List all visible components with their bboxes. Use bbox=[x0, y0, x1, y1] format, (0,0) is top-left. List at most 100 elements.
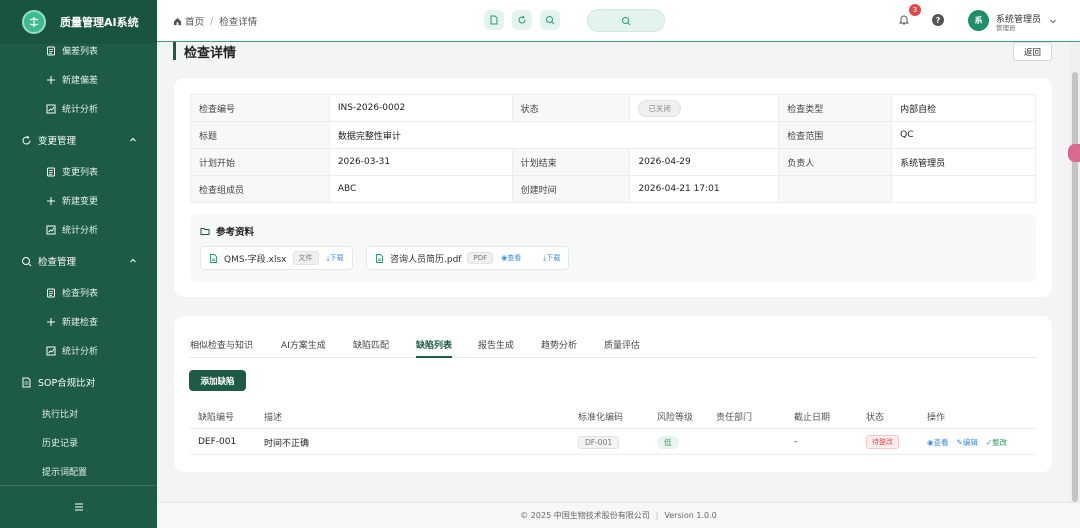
chevron-up-icon bbox=[129, 257, 137, 265]
reference-file-pdf: 咨询人员简历.pdf PDF ◉查看 ⤓下载 bbox=[366, 246, 570, 270]
info-value: 已关闭 bbox=[629, 94, 780, 122]
info-label: 检查编号 bbox=[190, 94, 330, 122]
rectify-defect-button[interactable]: ✓整改 bbox=[986, 437, 1007, 448]
sidebar-group-7[interactable]: 检查管理 bbox=[0, 244, 157, 278]
sidebar-item-label: 检查管理 bbox=[38, 257, 77, 268]
info-row: 检查组成员 ABC 创建时间 2026-04-21 17:01 bbox=[190, 175, 1036, 203]
sidebar-item-12[interactable]: 执行比对 bbox=[0, 399, 157, 428]
info-label: 标题 bbox=[190, 121, 330, 149]
view-defect-button[interactable]: ◉查看 bbox=[927, 437, 949, 448]
sidebar-item-9[interactable]: 新建检查 bbox=[0, 307, 157, 336]
help-icon[interactable]: ? bbox=[932, 14, 944, 26]
reference-file-xlsx: QMS-字段.xlsx 文件 ⤓下载 bbox=[200, 246, 353, 270]
list-icon bbox=[46, 46, 56, 56]
sidebar-item-10[interactable]: 统计分析 bbox=[0, 336, 157, 365]
tab-6[interactable]: 质量评估 bbox=[604, 338, 640, 358]
user-role: 管理员 bbox=[996, 24, 1016, 32]
analysis-tabs: 相似检查与知识 AI方案生成 缺陷匹配 缺陷列表 报告生成 趋势分析 质量评估 bbox=[190, 336, 1036, 358]
tab-3[interactable]: 缺陷列表 bbox=[416, 338, 453, 358]
file-name: 咨询人员简历.pdf bbox=[390, 254, 462, 265]
due-date: - bbox=[794, 437, 798, 447]
info-value: 2026-03-31 bbox=[328, 148, 513, 176]
file-icon bbox=[376, 253, 383, 263]
breadcrumb: 首页 / 检查详情 bbox=[173, 0, 257, 42]
defect-description: 时间不正确 bbox=[264, 438, 310, 449]
sidebar-group-3[interactable]: 变更管理 bbox=[0, 123, 157, 157]
chevron-up-icon bbox=[129, 136, 137, 144]
sidebar-menu: 偏差列表 新建偏差 统计分析 变更管理 变更列表 新建变更 统计分析 检查管理 检查列表 新建检查… bbox=[0, 44, 157, 485]
tab-2[interactable]: 缺陷匹配 bbox=[353, 338, 389, 358]
back-button[interactable]: 返回 bbox=[1013, 42, 1052, 61]
search-icon bbox=[546, 16, 555, 25]
analysis-card: 相似检查与知识 AI方案生成 缺陷匹配 缺陷列表 报告生成 趋势分析 质量评估 添加缺陷 缺… bbox=[174, 316, 1052, 472]
bell-icon[interactable] bbox=[898, 14, 910, 26]
sidebar-item-4[interactable]: 变更列表 bbox=[0, 157, 157, 186]
main-content: 检查详情 返回 检查编号 INS-2026-0002 状态 已关闭 检查类型 内部自检 标题… bbox=[157, 42, 1070, 502]
info-value: 数据完整性审计 bbox=[328, 121, 780, 149]
info-value: 2026-04-29 bbox=[629, 148, 780, 176]
chart-icon bbox=[46, 104, 56, 114]
defect-table-header: 缺陷编号 描述 标准化编码 风险等级 责任部门 截止日期 状态 操作 bbox=[190, 403, 1036, 429]
sidebar-item-1[interactable]: 新建偏差 bbox=[0, 65, 157, 94]
logo-icon bbox=[22, 10, 46, 34]
info-label: 检查类型 bbox=[778, 94, 893, 122]
status-badge: 待整改 bbox=[866, 435, 899, 449]
sidebar-item-label: 历史记录 bbox=[42, 439, 79, 449]
file-type-tag: 文件 bbox=[292, 251, 319, 265]
page-title: 检查详情 bbox=[173, 42, 236, 61]
tab-4[interactable]: 报告生成 bbox=[478, 338, 514, 358]
inspection-info-table: 检查编号 INS-2026-0002 状态 已关闭 检查类型 内部自检 标题 数据完整性审计检… bbox=[190, 94, 1036, 203]
column-header: 标准化编码 bbox=[578, 412, 624, 423]
file-type-tag: PDF bbox=[467, 252, 494, 264]
download-link[interactable]: ⤓下载 bbox=[543, 253, 560, 263]
sidebar-item-5[interactable]: 新建变更 bbox=[0, 186, 157, 215]
edit-defect-button[interactable]: ✎编辑 bbox=[957, 437, 978, 448]
view-link[interactable]: ◉查看 bbox=[501, 253, 521, 263]
breadcrumb-separator: / bbox=[210, 15, 214, 27]
download-link[interactable]: ⤓下载 bbox=[327, 253, 344, 263]
sidebar-item-8[interactable]: 检查列表 bbox=[0, 278, 157, 307]
refresh-tool-button[interactable] bbox=[512, 10, 532, 30]
floating-assistant-button[interactable] bbox=[1068, 144, 1080, 162]
sidebar-item-13[interactable]: 历史记录 bbox=[0, 428, 157, 457]
sidebar-item-6[interactable]: 统计分析 bbox=[0, 215, 157, 244]
info-value: 内部自检 bbox=[891, 94, 1036, 122]
info-label: 创建时间 bbox=[511, 175, 631, 203]
tab-5[interactable]: 趋势分析 bbox=[541, 338, 577, 358]
inspection-info-card: 检查编号 INS-2026-0002 状态 已关闭 检查类型 内部自检 标题 数据完整性审计检… bbox=[174, 78, 1052, 297]
sidebar-group-11[interactable]: SOP合规比对 bbox=[0, 365, 157, 399]
column-header: 描述 bbox=[264, 412, 283, 423]
sidebar-item-0[interactable]: 偏差列表 bbox=[0, 44, 157, 65]
search-tool-button[interactable] bbox=[540, 10, 560, 30]
sidebar-item-label: 新建偏差 bbox=[62, 76, 99, 86]
sidebar-item-label: 检查列表 bbox=[62, 289, 99, 299]
chevron-down-icon[interactable] bbox=[1049, 17, 1057, 25]
sidebar-item-label: 统计分析 bbox=[62, 105, 99, 115]
defect-id: DEF-001 bbox=[198, 437, 237, 447]
collapse-menu-button[interactable] bbox=[0, 485, 157, 528]
global-search-button[interactable] bbox=[587, 9, 665, 32]
brand: 质量管理AI系统 bbox=[0, 0, 157, 44]
sidebar-item-label: 偏差列表 bbox=[62, 47, 99, 57]
reference-materials: 参考资料 QMS-字段.xlsx 文件 ⤓下载 咨询人员简历.pdf PDF ◉… bbox=[190, 214, 1036, 282]
page-scrollbar[interactable] bbox=[1070, 42, 1080, 502]
row-actions: ◉查看 ✎编辑 ✓整改 bbox=[927, 429, 1015, 455]
sidebar-item-label: 执行比对 bbox=[42, 410, 79, 420]
document-tool-button[interactable] bbox=[484, 10, 504, 30]
sidebar-item-14[interactable]: 提示词配置 bbox=[0, 457, 157, 485]
file-icon bbox=[210, 253, 217, 263]
column-header: 风险等级 bbox=[657, 412, 694, 423]
list-icon bbox=[46, 167, 56, 177]
list-icon bbox=[46, 288, 56, 298]
info-row: 检查编号 INS-2026-0002 状态 已关闭 检查类型 内部自检 bbox=[190, 94, 1036, 122]
add-defect-button[interactable]: 添加缺陷 bbox=[189, 370, 246, 391]
breadcrumb-home[interactable]: 首页 bbox=[185, 14, 204, 28]
sidebar-item-2[interactable]: 统计分析 bbox=[0, 94, 157, 123]
tab-1[interactable]: AI方案生成 bbox=[281, 338, 326, 358]
plus-icon bbox=[46, 75, 56, 85]
scrollbar-thumb[interactable] bbox=[1072, 72, 1078, 502]
tab-0[interactable]: 相似检查与知识 bbox=[190, 338, 253, 358]
notification-badge: 3 bbox=[909, 4, 921, 16]
risk-level-tag: 低 bbox=[657, 435, 679, 449]
avatar[interactable]: 系 bbox=[968, 10, 989, 31]
